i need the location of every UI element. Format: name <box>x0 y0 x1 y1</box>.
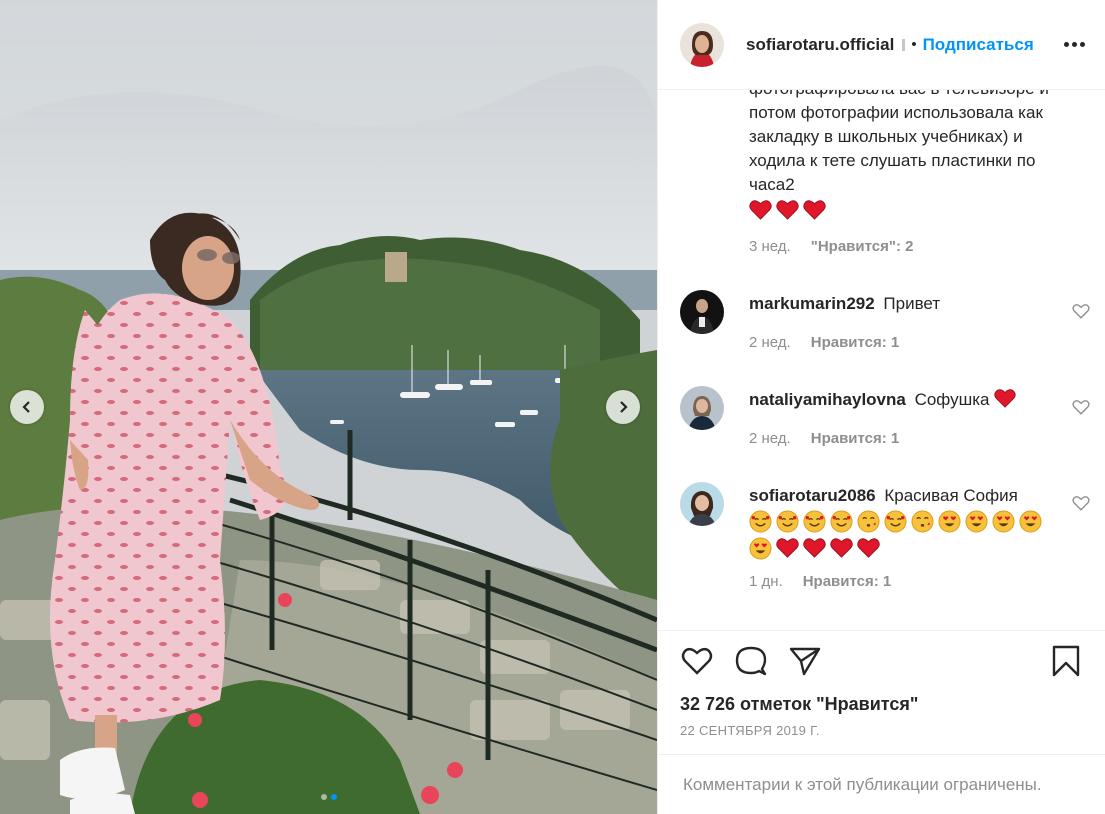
smiling-face-hearts-emoji-icon <box>830 510 853 533</box>
caption-hearts <box>749 199 1069 220</box>
comment-time[interactable]: 1 дн. <box>749 573 783 590</box>
comment-emoji-row <box>749 510 1049 560</box>
post-header: sofiarotaru.official • Подписаться <box>658 0 1105 90</box>
post-photo[interactable] <box>0 0 657 814</box>
comment-meta: 1 дн. Нравится: 1 <box>749 573 891 590</box>
comment-time[interactable]: 2 нед. <box>749 334 791 351</box>
instagram-post: sofiarotaru.official • Подписаться фотог… <box>0 0 1105 814</box>
comment-likes[interactable]: Нравится: 1 <box>811 334 900 351</box>
comment-text: Софушка <box>914 390 990 409</box>
header-separator: • <box>911 36 917 53</box>
comment-username[interactable]: sofiarotaru2086 <box>749 486 876 505</box>
comment-text: Привет <box>883 294 941 313</box>
carousel-dot <box>320 794 327 800</box>
red-heart-icon <box>994 389 1016 408</box>
comments-list[interactable]: фотографировала вас в телевизоре и потом… <box>658 90 1105 630</box>
heart-outline-icon[interactable] <box>1072 302 1090 320</box>
more-options-icon[interactable] <box>1060 36 1089 53</box>
caption: фотографировала вас в телевизоре и потом… <box>749 90 1069 220</box>
comment-username[interactable]: nataliyamihaylovna <box>749 390 906 409</box>
red-heart-icon <box>776 538 799 558</box>
red-heart-icon <box>803 538 826 558</box>
red-heart-icon <box>830 538 853 558</box>
comment-body: sofiarotaru2086 Красивая София <box>749 484 1059 560</box>
post-actions <box>658 630 1105 690</box>
username-link[interactable]: sofiarotaru.official <box>746 35 894 55</box>
likes-count[interactable]: 32 726 отметок "Нравится" <box>658 690 1105 718</box>
smiling-face-hearts-emoji-icon <box>803 510 826 533</box>
caption-text: фотографировала вас в телевизоре и потом… <box>749 90 1049 194</box>
caption-likes[interactable]: "Нравится": 2 <box>811 238 914 255</box>
bookmark-icon[interactable] <box>1049 644 1083 678</box>
post-date[interactable]: 22 СЕНТЯБРЯ 2019 Г. <box>658 718 1105 754</box>
comment-time[interactable]: 2 нед. <box>749 430 791 447</box>
comments-limited-notice: Комментарии к этой публикации ограничены… <box>658 754 1105 814</box>
heart-eyes-emoji-icon <box>938 510 961 533</box>
carousel-next-button[interactable] <box>606 390 640 424</box>
post-sidebar: sofiarotaru.official • Подписаться фотог… <box>657 0 1105 814</box>
comment-text: Красивая София <box>884 486 1018 505</box>
verified-badge-icon <box>902 38 906 51</box>
caption-time[interactable]: 3 нед. <box>749 238 791 255</box>
red-heart-icon <box>857 538 880 558</box>
red-heart-icon <box>749 200 772 220</box>
carousel-indicator <box>0 794 657 800</box>
heart-eyes-emoji-icon <box>1019 510 1042 533</box>
comment-item: sofiarotaru2086 Красивая София <box>680 482 1090 582</box>
heart-outline-icon[interactable] <box>1072 494 1090 512</box>
share-paper-plane-icon[interactable] <box>788 644 822 678</box>
follow-button[interactable]: Подписаться <box>923 35 1034 55</box>
comment-meta: 2 нед. Нравится: 1 <box>749 430 899 447</box>
red-heart-icon <box>803 200 826 220</box>
comment-bubble-icon[interactable] <box>734 644 768 678</box>
photo-image <box>0 0 657 814</box>
heart-eyes-emoji-icon <box>992 510 1015 533</box>
kissing-face-emoji-icon <box>911 510 934 533</box>
comment-avatar[interactable] <box>680 290 724 334</box>
red-heart-icon <box>776 200 799 220</box>
comment-avatar[interactable] <box>680 482 724 526</box>
avatar[interactable] <box>680 22 724 67</box>
comment-body: markumarin292 Привет <box>749 292 1059 316</box>
heart-outline-icon[interactable] <box>1072 398 1090 416</box>
smiling-face-hearts-emoji-icon <box>884 510 907 533</box>
comment-username[interactable]: markumarin292 <box>749 294 875 313</box>
comment-likes[interactable]: Нравится: 1 <box>803 573 892 590</box>
chevron-right-icon <box>620 401 628 413</box>
heart-eyes-emoji-icon <box>749 537 772 560</box>
comment-body: nataliyamihaylovna Софушка <box>749 388 1059 412</box>
comment-likes[interactable]: Нравится: 1 <box>811 430 900 447</box>
kissing-face-emoji-icon <box>857 510 880 533</box>
chevron-left-icon <box>22 401 30 413</box>
comment-avatar[interactable] <box>680 386 724 430</box>
like-heart-icon[interactable] <box>680 644 714 678</box>
comment-meta: 2 нед. Нравится: 1 <box>749 334 899 351</box>
carousel-prev-button[interactable] <box>10 390 44 424</box>
carousel-dot-active <box>330 794 337 800</box>
smiling-face-hearts-emoji-icon <box>749 510 772 533</box>
heart-eyes-emoji-icon <box>965 510 988 533</box>
caption-meta: 3 нед. "Нравится": 2 <box>749 238 914 255</box>
smiling-face-hearts-emoji-icon <box>776 510 799 533</box>
